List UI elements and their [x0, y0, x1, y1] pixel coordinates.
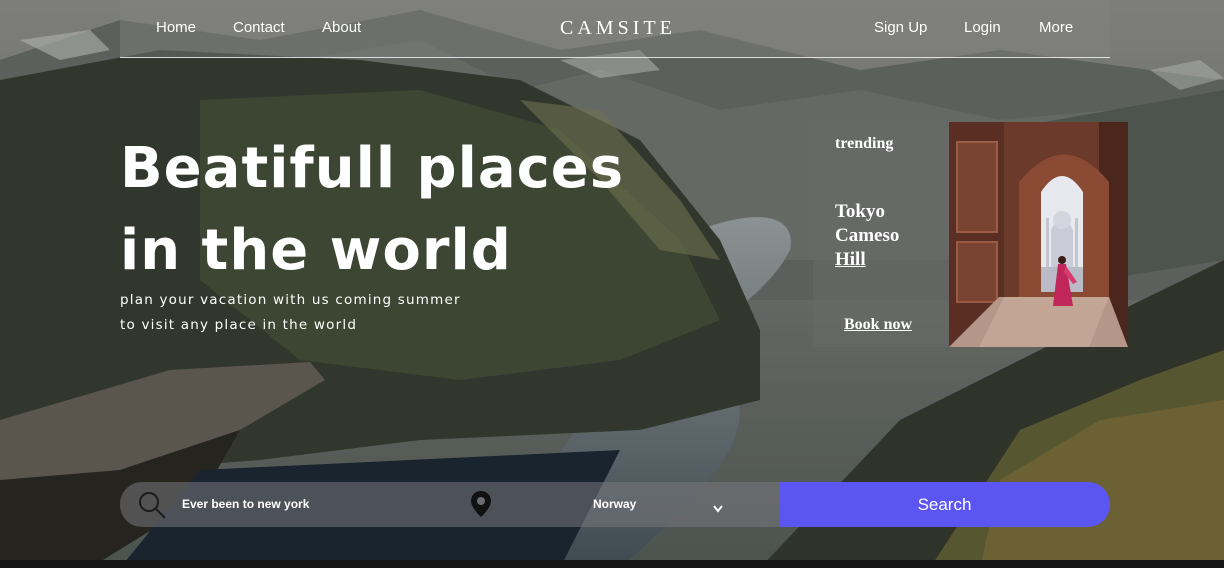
chevron-down-icon[interactable]: [713, 500, 723, 513]
top-navigation-bar: Home Contact About CAMSITE Sign Up Login…: [120, 0, 1110, 58]
location-select[interactable]: Norway: [593, 497, 636, 511]
nav-more-link[interactable]: More: [1039, 19, 1073, 36]
location-pin-icon: [470, 490, 492, 518]
trending-place-line-2: Cameso: [835, 225, 900, 246]
trending-place-line-1: Tokyo: [835, 201, 885, 222]
trending-place-name: Tokyo Cameso Hill: [835, 200, 899, 272]
hero-subtitle-line-1: plan your vacation with us coming summer: [120, 292, 461, 308]
nav-login-link[interactable]: Login: [964, 19, 1001, 36]
search-input[interactable]: [182, 497, 452, 511]
trending-place-line-3: Hill: [835, 249, 866, 270]
nav-home-link[interactable]: Home: [156, 19, 196, 36]
trending-card: trending Tokyo Cameso Hill Book now: [813, 122, 949, 347]
book-now-link[interactable]: Book now: [844, 316, 912, 334]
search-bar: Norway Search: [120, 482, 1110, 527]
bottom-taskbar-strip: [0, 560, 1224, 568]
hero-title: Beatifull places in the world: [120, 128, 624, 292]
trending-destination-image[interactable]: [949, 122, 1128, 347]
search-button[interactable]: Search: [779, 482, 1110, 527]
hero-subtitle: plan your vacation with us coming summer…: [120, 288, 461, 338]
nav-signup-link[interactable]: Sign Up: [874, 19, 927, 36]
hero-title-line-2: in the world: [120, 218, 512, 283]
hero-title-line-1: Beatifull places: [120, 136, 625, 201]
site-logo[interactable]: CAMSITE: [560, 17, 676, 40]
nav-about-link[interactable]: About: [322, 19, 361, 36]
search-icon[interactable]: [137, 490, 167, 520]
hero-subtitle-line-2: to visit any place in the world: [120, 317, 358, 333]
trending-label: trending: [835, 135, 894, 152]
nav-contact-link[interactable]: Contact: [233, 19, 285, 36]
